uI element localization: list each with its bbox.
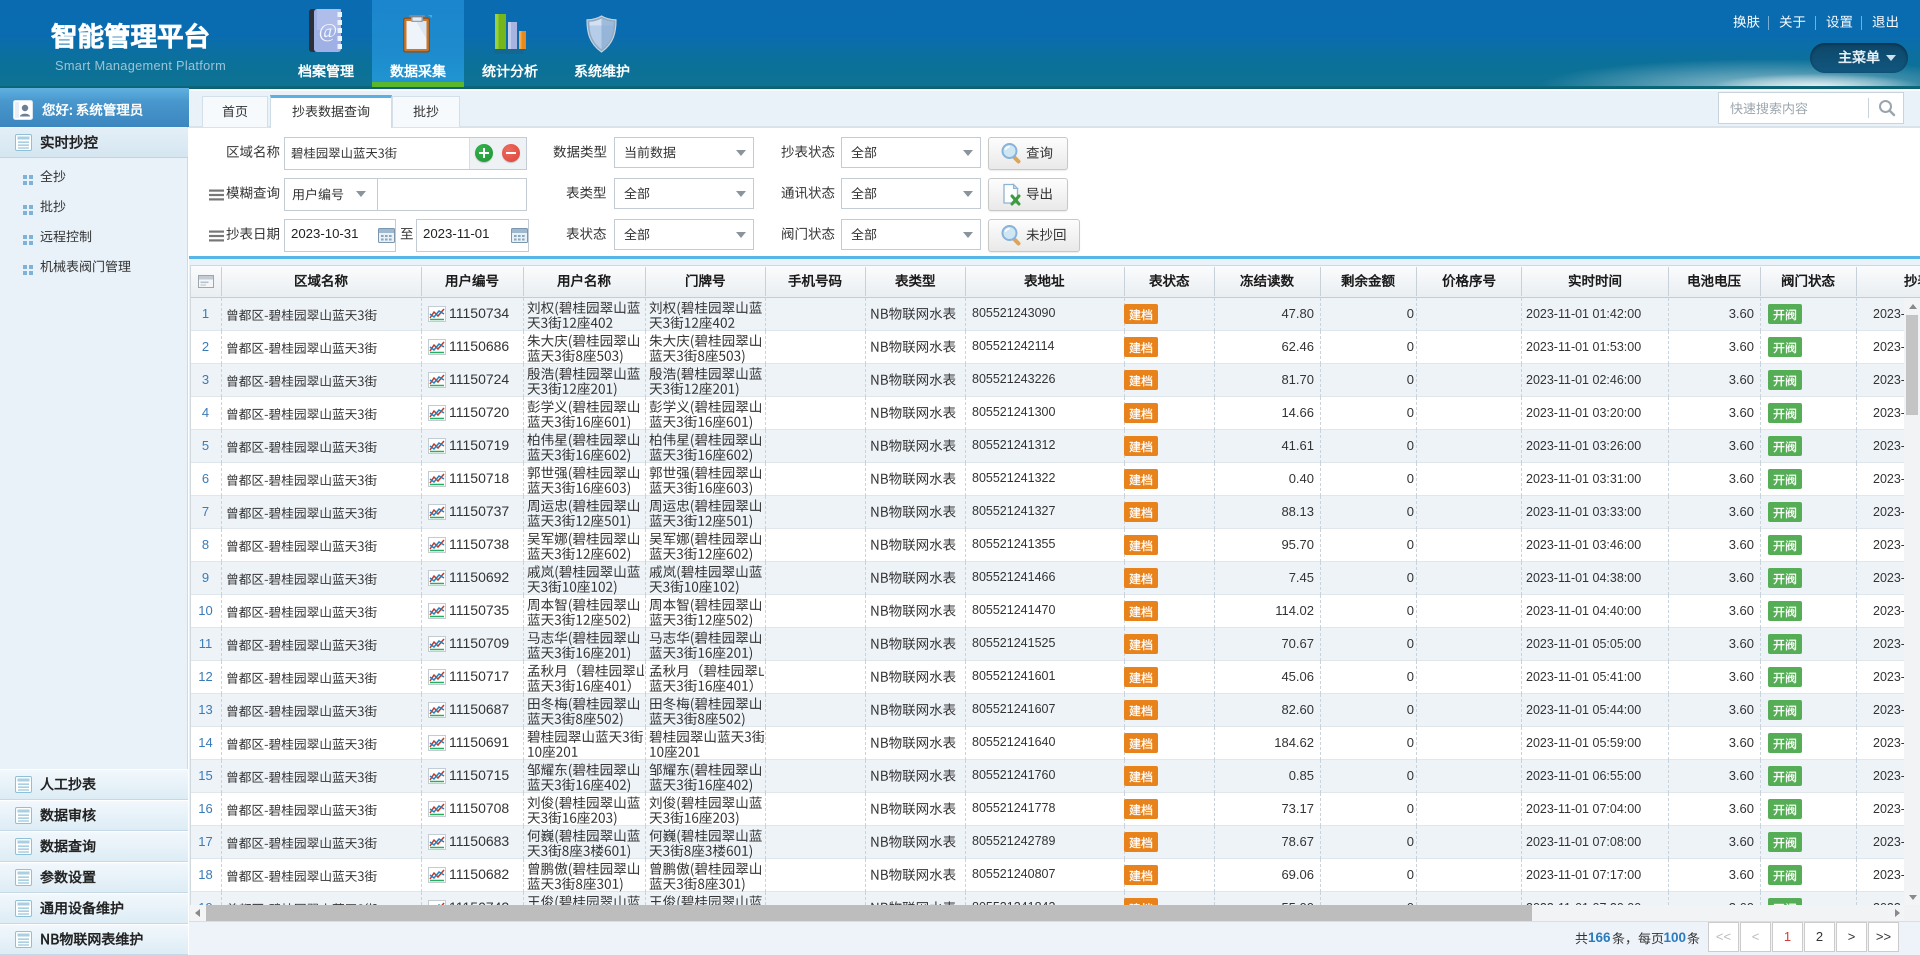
svg-text:@: @ [319,20,337,42]
